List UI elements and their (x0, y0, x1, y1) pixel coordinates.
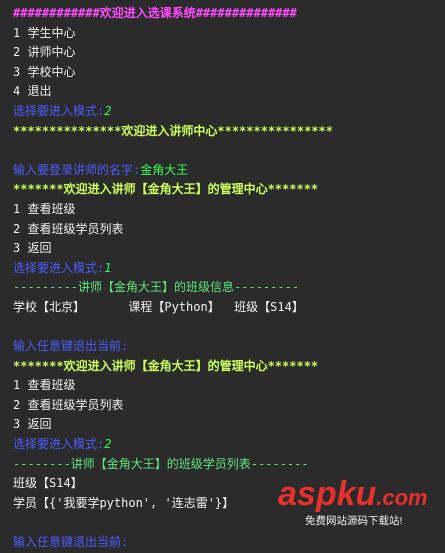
console-text-line: 2 查看班级学员列表 (13, 221, 124, 236)
console-prompt-line: 输入任意键退出当前: (13, 533, 445, 553)
console-text-line: 2 查看班级学员列表 (13, 397, 124, 412)
console-text-line: *******欢迎进入讲师【金角大王】的管理中心******* (13, 358, 319, 373)
console-prompt-line: 输入要登录讲师的名字:金角大王 (13, 161, 445, 181)
prompt-text: 选择要进入模式: (13, 103, 105, 118)
console-text-line: 4 退出 (13, 84, 52, 99)
console-text-line: ***************欢迎进入讲师中心**************** (13, 123, 333, 138)
watermark-subtitle: 免费网站源码下载站! (305, 515, 403, 527)
console-prompt-line: 输入任意键退出当前: (13, 337, 445, 357)
console-text-line: ############欢迎进入选课系统############## (13, 6, 297, 20)
console-text-line: 1 学生中心 (13, 25, 76, 40)
prompt-text: 选择要进入模式: (13, 260, 105, 275)
console-text-line: 学校【北京】 课程【Python】 班级【S14】 (13, 299, 304, 314)
watermark: aspku.com 免费网站源码下载站! (278, 475, 443, 527)
watermark-logo: aspku.com (278, 475, 428, 513)
console-prompt-line: 选择要进入模式:2 (13, 102, 445, 122)
prompt-text: 选择要进入模式: (13, 437, 105, 452)
console-text-line: 2 讲师中心 (13, 45, 76, 60)
console-text-line: *******欢迎进入讲师【金角大王】的管理中心******* (13, 182, 319, 197)
console-text-line: 3 返回 (13, 417, 52, 432)
console-text-line: ---------讲师【金角大王】的班级信息--------- (13, 280, 300, 295)
prompt-text: 输入任意键退出当前: (13, 535, 129, 550)
prompt-text: 输入要登录讲师的名字: (13, 162, 141, 177)
console-text-line: 3 返回 (13, 241, 52, 256)
console-prompt-line: 选择要进入模式:2 (13, 435, 445, 455)
input-value: 1 (104, 260, 112, 275)
prompt-text: 输入任意键退出当前: (13, 339, 129, 354)
console-text-line: 1 查看班级 (13, 201, 76, 216)
console-output: ############欢迎进入选课系统############## 1 学生中心… (0, 0, 445, 549)
console-text-line: 1 查看班级 (13, 378, 76, 393)
console-text-line: 3 学校中心 (13, 64, 76, 79)
console-prompt-line: 选择要进入模式:1 (13, 259, 445, 279)
input-value: 2 (104, 103, 112, 118)
input-value: 2 (104, 437, 112, 452)
console-text-line: --------讲师【金角大王】的班级学员列表-------- (13, 456, 309, 471)
input-value: 金角大王 (140, 162, 189, 177)
